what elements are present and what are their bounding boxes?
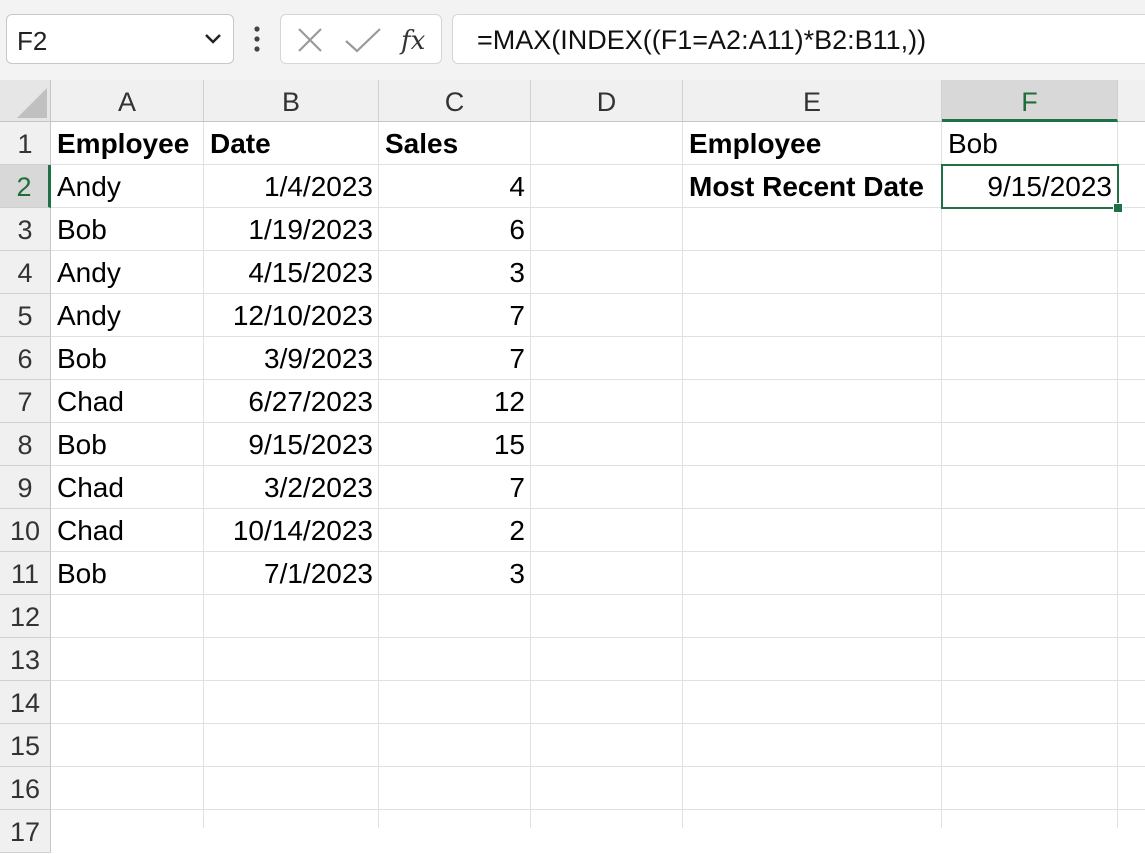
selected-cell-border — [941, 164, 1119, 209]
cell-a3[interactable]: Bob — [51, 208, 204, 251]
x-icon[interactable] — [295, 25, 325, 55]
cell-c8[interactable]: 15 — [379, 423, 531, 466]
cell-b6[interactable]: 3/9/2023 — [204, 337, 379, 380]
cell-c7[interactable]: 12 — [379, 380, 531, 423]
row-header-4[interactable]: 4 — [0, 251, 51, 294]
cell-c1[interactable]: Sales — [379, 122, 531, 165]
vertical-dots-icon[interactable] — [250, 24, 264, 54]
row-header-7[interactable]: 7 — [0, 380, 51, 423]
formula-input[interactable]: =MAX(INDEX((F1=A2:A11)*B2:B11,)) — [452, 14, 1145, 64]
formula-text: =MAX(INDEX((F1=A2:A11)*B2:B11,)) — [477, 25, 927, 55]
cell-a6[interactable]: Bob — [51, 337, 204, 380]
row-header-9[interactable]: 9 — [0, 466, 51, 509]
fill-handle[interactable] — [1113, 203, 1123, 213]
row-header-2[interactable]: 2 — [0, 165, 51, 208]
cell-c10[interactable]: 2 — [379, 509, 531, 552]
column-header-f[interactable]: F — [942, 80, 1118, 122]
cell-c5[interactable]: 7 — [379, 294, 531, 337]
row-header-16[interactable]: 16 — [0, 767, 51, 810]
cell-f1[interactable]: Bob — [942, 122, 1118, 165]
cell-c9[interactable]: 7 — [379, 466, 531, 509]
row-header-17[interactable]: 17 — [0, 810, 51, 853]
cell-b10[interactable]: 10/14/2023 — [204, 509, 379, 552]
name-box[interactable]: F2 — [6, 14, 234, 64]
cell-c6[interactable]: 7 — [379, 337, 531, 380]
cell-e2[interactable]: Most Recent Date — [683, 165, 942, 208]
column-header-a[interactable]: A — [51, 80, 204, 122]
column-header-c[interactable]: C — [379, 80, 531, 122]
cell-c2[interactable]: 4 — [379, 165, 531, 208]
select-all-corner[interactable] — [0, 80, 51, 122]
cell-b11[interactable]: 7/1/2023 — [204, 552, 379, 595]
cell-a4[interactable]: Andy — [51, 251, 204, 294]
cell-b8[interactable]: 9/15/2023 — [204, 423, 379, 466]
cell-a8[interactable]: Bob — [51, 423, 204, 466]
cell-e1[interactable]: Employee — [683, 122, 942, 165]
check-icon[interactable] — [343, 25, 383, 55]
row-header-5[interactable]: 5 — [0, 294, 51, 337]
column-header-b[interactable]: B — [204, 80, 379, 122]
cell-b7[interactable]: 6/27/2023 — [204, 380, 379, 423]
cell-c3[interactable]: 6 — [379, 208, 531, 251]
cell-a9[interactable]: Chad — [51, 466, 204, 509]
cell-a11[interactable]: Bob — [51, 552, 204, 595]
cell-b3[interactable]: 1/19/2023 — [204, 208, 379, 251]
row-header-15[interactable]: 15 — [0, 724, 51, 767]
row-header-12[interactable]: 12 — [0, 595, 51, 638]
cell-b4[interactable]: 4/15/2023 — [204, 251, 379, 294]
chevron-down-icon[interactable] — [203, 31, 223, 47]
column-header-e[interactable]: E — [683, 80, 942, 122]
cell-a5[interactable]: Andy — [51, 294, 204, 337]
svg-text:fx: fx — [399, 26, 426, 55]
cell-b2[interactable]: 1/4/2023 — [204, 165, 379, 208]
formula-bar-area: F2 fx =MAX(INDEX((F1=A2:A11)*B2:B11,)) — [0, 0, 1145, 80]
cell-a7[interactable]: Chad — [51, 380, 204, 423]
cell-a2[interactable]: Andy — [51, 165, 204, 208]
column-header-g[interactable] — [1118, 80, 1145, 122]
cell-b5[interactable]: 12/10/2023 — [204, 294, 379, 337]
cell-a10[interactable]: Chad — [51, 509, 204, 552]
row-header-3[interactable]: 3 — [0, 208, 51, 251]
row-header-6[interactable]: 6 — [0, 337, 51, 380]
fx-icon[interactable]: fx — [399, 25, 433, 55]
row-header-11[interactable]: 11 — [0, 552, 51, 595]
row-header-14[interactable]: 14 — [0, 681, 51, 724]
column-header-d[interactable]: D — [531, 80, 683, 122]
cell-b1[interactable]: Date — [204, 122, 379, 165]
row-header-10[interactable]: 10 — [0, 509, 51, 552]
cell-a1[interactable]: Employee — [51, 122, 204, 165]
cell-c4[interactable]: 3 — [379, 251, 531, 294]
cell-b9[interactable]: 3/2/2023 — [204, 466, 379, 509]
row-header-8[interactable]: 8 — [0, 423, 51, 466]
row-header-13[interactable]: 13 — [0, 638, 51, 681]
formula-buttons: fx — [280, 14, 442, 64]
row-header-1[interactable]: 1 — [0, 122, 51, 165]
cell-c11[interactable]: 3 — [379, 552, 531, 595]
name-box-value: F2 — [17, 26, 48, 56]
